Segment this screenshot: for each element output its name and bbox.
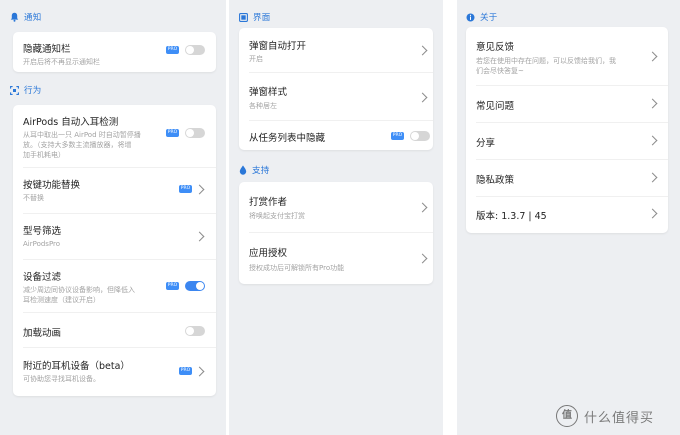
settings-panel-about: 关于 意见反馈 若您在使用中存在问题，可以反馈给我们，我 们会尽快答复~ 常见问… bbox=[457, 0, 680, 435]
button-replace-value: 不替换 bbox=[23, 194, 44, 202]
bell-icon bbox=[10, 12, 19, 22]
loading-animation-toggle[interactable] bbox=[185, 326, 205, 336]
device-filter-desc-1: 减少周边同协议设备影响，但降低入 bbox=[23, 286, 135, 294]
row-feedback[interactable]: 意见反馈 若您在使用中存在问题，可以反馈给我们，我 们会尽快答复~ bbox=[466, 27, 668, 85]
hide-notification-toggle[interactable] bbox=[185, 45, 205, 55]
chevron-right-icon bbox=[417, 45, 428, 56]
feedback-desc-2: 们会尽快答复~ bbox=[476, 67, 524, 75]
app-license-desc: 授权成功后可解锁所有Pro功能 bbox=[249, 264, 345, 272]
pro-badge: PRO bbox=[166, 46, 179, 54]
hide-notification-desc: 开启后将不再显示通知栏 bbox=[23, 58, 100, 66]
section-header-about: 关于 bbox=[466, 10, 498, 24]
nearby-devices-title: 附近的耳机设备（beta） bbox=[23, 361, 130, 372]
row-version[interactable]: 版本: 1.3.7 | 45 bbox=[466, 197, 668, 233]
donate-desc: 将唤起支付宝打赏 bbox=[249, 212, 305, 220]
nearby-devices-desc: 可协助您寻找耳机设备。 bbox=[23, 375, 100, 383]
airpods-ear-detection-desc-1: 从耳中取出一只 AirPod 时自动暂停播 bbox=[23, 131, 141, 139]
section-header-behavior: 行为 bbox=[10, 83, 42, 97]
row-popup-auto-open[interactable]: 弹窗自动打开 开启 bbox=[239, 28, 433, 72]
row-hide-notification[interactable]: 隐藏通知栏 开启后将不再显示通知栏 PRO bbox=[13, 32, 216, 72]
airpods-ear-detection-title: AirPods 自动入耳检测 bbox=[23, 117, 119, 128]
chevron-right-icon bbox=[647, 98, 658, 109]
card-behavior: AirPods 自动入耳检测 从耳中取出一只 AirPod 时自动暂停播 放。（… bbox=[13, 105, 216, 396]
row-loading-animation[interactable]: 加载动画 bbox=[13, 313, 216, 347]
row-nearby-devices[interactable]: 附近的耳机设备（beta） 可协助您寻找耳机设备。 PRO bbox=[13, 348, 216, 396]
model-filter-title: 型号筛选 bbox=[23, 226, 62, 237]
donate-title: 打赏作者 bbox=[249, 197, 288, 208]
chevron-right-icon bbox=[417, 202, 428, 213]
device-filter-toggle[interactable] bbox=[185, 281, 205, 291]
settings-panel-general: 通知 隐藏通知栏 开启后将不再显示通知栏 PRO 行为 AirPods 自动入耳… bbox=[0, 0, 226, 435]
faq-title: 常见问题 bbox=[476, 101, 515, 112]
pro-badge: PRO bbox=[166, 129, 179, 137]
feedback-title: 意见反馈 bbox=[476, 42, 515, 53]
section-header-ui: 界面 bbox=[239, 10, 271, 24]
loading-animation-title: 加载动画 bbox=[23, 328, 62, 339]
row-popup-style[interactable]: 弹窗样式 各种居左 bbox=[239, 73, 433, 120]
airpods-ear-detection-desc-2: 放。（支持大多数主流播放器，将增 bbox=[23, 141, 132, 149]
pro-badge: PRO bbox=[391, 132, 404, 140]
device-filter-desc-2: 耳检测速度（建议开启） bbox=[23, 296, 100, 304]
feedback-desc-1: 若您在使用中存在问题，可以反馈给我们，我 bbox=[476, 57, 616, 65]
section-header-notify: 通知 bbox=[10, 10, 42, 24]
row-donate[interactable]: 打赏作者 将唤起支付宝打赏 bbox=[239, 182, 433, 232]
row-share[interactable]: 分享 bbox=[466, 123, 668, 159]
info-icon bbox=[466, 13, 475, 21]
pro-badge: PRO bbox=[166, 282, 179, 290]
watermark: 值 什么值得买 bbox=[556, 405, 654, 427]
app-license-title: 应用授权 bbox=[249, 248, 288, 259]
popup-auto-open-title: 弹窗自动打开 bbox=[249, 41, 307, 52]
chevron-right-icon bbox=[417, 92, 428, 103]
card-ui: 弹窗自动打开 开启 弹窗样式 各种居左 从任务列表中隐藏 PRO bbox=[239, 28, 433, 150]
version-text: 版本: 1.3.7 | 45 bbox=[476, 211, 547, 222]
chevron-right-icon bbox=[647, 51, 658, 62]
chevron-right-icon bbox=[647, 135, 658, 146]
share-title: 分享 bbox=[476, 138, 496, 149]
section-label-notify: 通知 bbox=[24, 13, 42, 23]
airpods-ear-detection-toggle[interactable] bbox=[185, 128, 205, 138]
device-filter-title: 设备过滤 bbox=[23, 272, 62, 283]
popup-style-value: 各种居左 bbox=[249, 102, 277, 110]
row-device-filter[interactable]: 设备过滤 减少周边同协议设备影响，但降低入 耳检测速度（建议开启） PRO bbox=[13, 260, 216, 312]
hide-from-recents-title: 从任务列表中隐藏 bbox=[249, 133, 326, 144]
hide-from-recents-toggle[interactable] bbox=[410, 131, 430, 141]
chevron-right-icon bbox=[417, 253, 428, 264]
settings-panel-interface: 界面 弹窗自动打开 开启 弹窗样式 各种居左 从任务列表中隐藏 PRO 支持 打… bbox=[229, 0, 443, 435]
row-app-license[interactable]: 应用授权 授权成功后可解锁所有Pro功能 bbox=[239, 233, 433, 284]
pro-badge: PRO bbox=[179, 185, 192, 193]
chevron-right-icon bbox=[194, 231, 205, 242]
section-label-about: 关于 bbox=[480, 13, 498, 23]
watermark-text: 什么值得买 bbox=[584, 410, 655, 426]
row-button-replace[interactable]: 按键功能替换 不替换 PRO bbox=[13, 168, 216, 213]
section-label-support: 支持 bbox=[252, 166, 270, 176]
popup-style-title: 弹窗样式 bbox=[249, 87, 288, 98]
card-about: 意见反馈 若您在使用中存在问题，可以反馈给我们，我 们会尽快答复~ 常见问题 分… bbox=[466, 27, 668, 233]
scan-icon bbox=[10, 85, 19, 95]
popup-auto-open-value: 开启 bbox=[249, 55, 263, 63]
row-faq[interactable]: 常见问题 bbox=[466, 86, 668, 122]
privacy-policy-title: 隐私政策 bbox=[476, 175, 515, 186]
airpods-ear-detection-desc-3: 加手机耗电） bbox=[23, 151, 65, 159]
chevron-right-icon bbox=[647, 172, 658, 183]
row-model-filter[interactable]: 型号筛选 AirPodsPro bbox=[13, 214, 216, 259]
watermark-logo: 值 bbox=[556, 405, 578, 427]
chevron-right-icon bbox=[194, 184, 205, 195]
row-airpods-ear-detection[interactable]: AirPods 自动入耳检测 从耳中取出一只 AirPod 时自动暂停播 放。（… bbox=[13, 105, 216, 167]
section-label-ui: 界面 bbox=[253, 13, 271, 23]
card-notify: 隐藏通知栏 开启后将不再显示通知栏 PRO bbox=[13, 32, 216, 72]
card-support: 打赏作者 将唤起支付宝打赏 应用授权 授权成功后可解锁所有Pro功能 bbox=[239, 182, 433, 284]
interface-icon bbox=[239, 12, 248, 22]
row-privacy-policy[interactable]: 隐私政策 bbox=[466, 160, 668, 196]
button-replace-title: 按键功能替换 bbox=[23, 180, 81, 191]
row-hide-from-recents[interactable]: 从任务列表中隐藏 PRO bbox=[239, 121, 433, 150]
water-drop-icon bbox=[239, 165, 247, 175]
hide-notification-title: 隐藏通知栏 bbox=[23, 44, 71, 55]
pro-badge: PRO bbox=[179, 367, 192, 375]
section-label-behavior: 行为 bbox=[24, 86, 42, 96]
chevron-right-icon bbox=[194, 366, 205, 377]
model-filter-value: AirPodsPro bbox=[23, 240, 61, 248]
chevron-right-icon bbox=[647, 208, 658, 219]
section-header-support: 支持 bbox=[239, 163, 270, 177]
